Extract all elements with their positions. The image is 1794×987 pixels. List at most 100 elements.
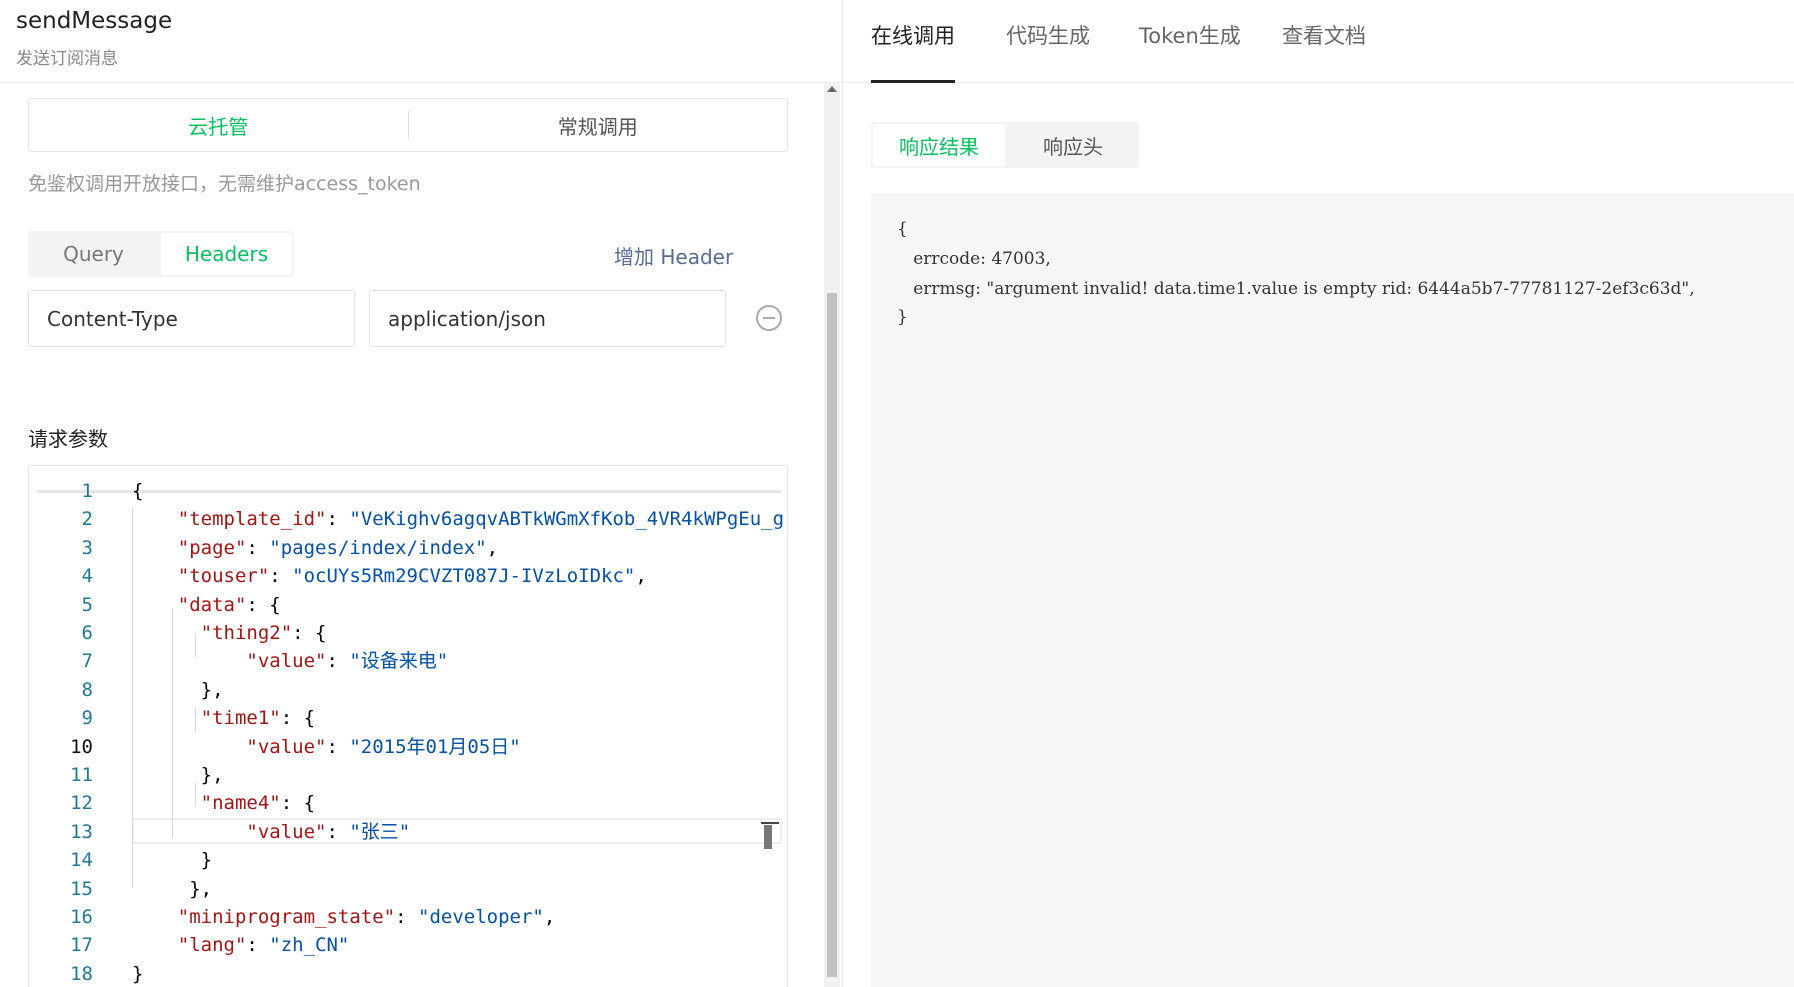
line-number: 6	[81, 622, 93, 644]
code-editor[interactable]: 1 {2 "template_id": "VeKighv6agqvABTkWGmX…	[28, 465, 788, 987]
code-token: "time1"	[200, 707, 281, 730]
tab-regular-call[interactable]: 常规调用	[409, 99, 788, 151]
scroll-up-arrow-icon[interactable]	[827, 86, 837, 92]
editor-scroll-shadow	[37, 490, 781, 493]
code-token: : {	[246, 593, 281, 616]
remove-header-icon[interactable]	[756, 305, 782, 331]
code-token: :	[326, 735, 350, 758]
tab-response-result[interactable]: 响应结果	[873, 124, 1005, 166]
code-token: "name4"	[200, 792, 281, 815]
editor-overview-ruler	[761, 822, 779, 824]
mode-note: 免鉴权调用开放接口，无需维护access_token	[28, 173, 421, 195]
code-token: :	[326, 820, 350, 843]
line-number: 2	[81, 508, 93, 531]
code-text: "touser": "ocUYs5Rm29CVZT087J-IVzLoIDkc"…	[132, 562, 647, 590]
tab-headers[interactable]: Headers	[161, 233, 292, 275]
code-text: "thing2": {	[132, 619, 327, 647]
request-panel: sendMessage 发送订阅消息 云托管 常规调用 免鉴权调用开放接口，无需…	[0, 0, 842, 987]
header-value-input[interactable]	[369, 290, 726, 347]
code-token: : {	[292, 622, 327, 644]
code-token: "VeKighv6agqvABTkWGmXfKob_4VR4kWPgEu_g	[349, 508, 785, 531]
tab-query[interactable]: Query	[28, 231, 159, 277]
main-tabs-bar: 在线调用 代码生成 Token生成 查看文档	[843, 0, 1794, 83]
code-token: "lang"	[177, 934, 247, 957]
code-text: "lang": "zh_CN"	[132, 931, 350, 959]
code-token: "developer"	[418, 906, 544, 928]
response-line: }	[897, 307, 908, 327]
api-title: sendMessage	[16, 8, 173, 34]
left-scrollbar[interactable]	[824, 83, 840, 987]
line-number: 10	[70, 735, 93, 758]
code-token: "张三"	[349, 820, 411, 843]
code-token: "page"	[177, 536, 247, 559]
code-text: {	[132, 477, 143, 505]
invoke-mode-tabs: 云托管 常规调用	[28, 98, 788, 152]
response-body: { errcode: 47003, errmsg: "argument inva…	[871, 193, 1794, 987]
code-token: : {	[280, 707, 316, 730]
code-text: "time1": {	[132, 704, 315, 732]
code-token: : {	[280, 792, 316, 815]
api-header: sendMessage 发送订阅消息	[0, 0, 842, 83]
tab-response-headers[interactable]: 响应头	[1007, 122, 1139, 168]
api-description: 发送订阅消息	[16, 49, 118, 69]
code-token: }	[132, 849, 213, 872]
line-number: 4	[81, 565, 93, 588]
response-line: errcode: 47003,	[897, 249, 1051, 269]
request-form: 云托管 常规调用 免鉴权调用开放接口，无需维护access_token Quer…	[0, 83, 824, 987]
header-key-input[interactable]	[28, 290, 355, 347]
response-tabs: 响应结果 响应头	[871, 122, 1139, 168]
code-token: "miniprogram_state"	[177, 906, 396, 928]
add-header-button[interactable]: 增加 Header	[614, 241, 733, 270]
code-token: },	[132, 678, 224, 701]
tab-cloud-hosting[interactable]: 云托管	[29, 99, 408, 151]
code-token: },	[132, 764, 224, 786]
code-token: "template_id"	[177, 508, 327, 531]
code-token: "touser"	[177, 565, 270, 588]
code-token: :	[326, 650, 350, 673]
code-token: :	[269, 565, 293, 588]
line-number: 5	[81, 593, 93, 616]
editor-scrollbar-thumb[interactable]	[764, 825, 772, 849]
code-text: "value": "2015年01月05日"	[132, 733, 520, 761]
line-number: 13	[70, 820, 93, 843]
code-text: "value": "设备来电"	[132, 647, 448, 675]
code-token: :	[246, 934, 270, 957]
response-line: {	[897, 219, 908, 239]
line-number: 8	[81, 678, 93, 701]
code-text: "page": "pages/index/index",	[132, 534, 498, 562]
code-token: "value"	[246, 820, 327, 843]
code-text: "value": "张三"	[132, 818, 410, 846]
line-number: 15	[70, 877, 93, 900]
code-text: }	[132, 960, 143, 987]
code-token: "设备来电"	[349, 650, 449, 673]
tab-token-gen[interactable]: Token生成	[1139, 20, 1241, 50]
line-number: 7	[81, 650, 93, 673]
code-text: },	[132, 875, 212, 903]
code-token: :	[246, 536, 270, 559]
params-tabs: Query Headers	[28, 231, 294, 277]
code-text: "template_id": "VeKighv6agqvABTkWGmXfKob…	[132, 505, 784, 533]
line-number: 17	[70, 934, 93, 957]
response-line: errmsg: "argument invalid! data.time1.va…	[897, 279, 1695, 299]
code-text: "miniprogram_state": "developer",	[132, 903, 556, 931]
line-number: 16	[70, 906, 93, 928]
code-token: "thing2"	[200, 622, 293, 644]
code-token: :	[326, 508, 350, 531]
tab-view-docs[interactable]: 查看文档	[1282, 20, 1366, 50]
code-token: "value"	[246, 735, 327, 758]
scrollbar-thumb[interactable]	[827, 293, 837, 977]
tab-online-call[interactable]: 在线调用	[871, 20, 955, 50]
line-number: 18	[70, 962, 93, 985]
tab-code-gen[interactable]: 代码生成	[1006, 20, 1090, 50]
code-token: }	[132, 962, 144, 985]
